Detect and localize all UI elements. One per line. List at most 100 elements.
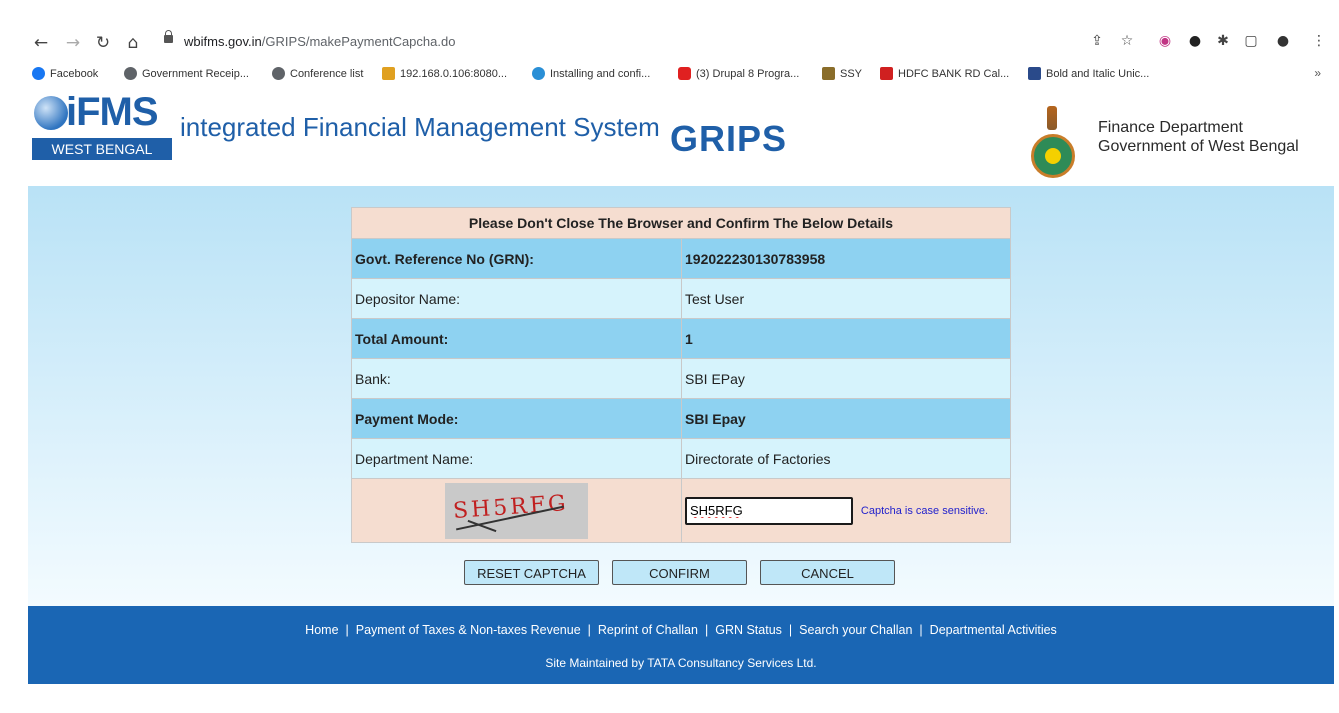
url-path: /GRIPS/makePaymentCapcha.do (261, 34, 456, 49)
bookmark-item[interactable]: Facebook (32, 67, 98, 80)
bank-label: Bank: (351, 358, 682, 399)
bookmark-label: (3) Drupal 8 Progra... (696, 67, 800, 80)
table-row: Bank: SBI EPay (351, 358, 1011, 399)
site-title: integrated Financial Management System (180, 112, 660, 142)
captcha-image: SH5RFG (445, 482, 588, 539)
youtube-icon (678, 67, 691, 80)
bookmark-item[interactable]: SSY (822, 67, 862, 80)
west-bengal-emblem-icon (1031, 134, 1075, 178)
browser-menu-icon[interactable]: ⋮ (1310, 32, 1328, 50)
bookmark-item[interactable]: (3) Drupal 8 Progra... (678, 67, 799, 80)
extension-dark-icon[interactable]: ● (1186, 32, 1204, 50)
bookmark-item[interactable]: Bold and Italic Unic... (1028, 67, 1149, 80)
payment-mode-value: SBI Epay (681, 398, 1011, 439)
bookmark-label: Facebook (50, 67, 99, 80)
table-heading: Please Don't Close The Browser and Confi… (351, 207, 1011, 239)
dept-line-1: Finance Department (1098, 119, 1243, 136)
url-text[interactable]: wbifms.gov.in/GRIPS/makePaymentCapcha.do (184, 34, 455, 49)
logo-band: WEST BENGAL (32, 138, 172, 160)
bookmark-label: 192.168.0.106:8080... (400, 67, 508, 80)
department-name-value: Directorate of Factories (681, 438, 1011, 479)
footer-link-home[interactable]: Home (305, 623, 338, 637)
footer-link-payment[interactable]: Payment of Taxes & Non-taxes Revenue (356, 623, 581, 637)
table-heading-row: Please Don't Close The Browser and Confi… (351, 207, 1011, 239)
extension-instagram-icon[interactable]: ◉ (1156, 32, 1174, 50)
confirm-button[interactable]: CONFIRM (612, 560, 747, 585)
footer-link-departmental[interactable]: Departmental Activities (930, 623, 1057, 637)
bookmark-label: SSY (840, 67, 863, 80)
footer-separator: | (788, 623, 793, 637)
site-header: iFMS WEST BENGAL integrated Financial Ma… (28, 90, 1334, 186)
bookmark-label: Government Receip... (142, 67, 249, 80)
captcha-input[interactable] (685, 496, 853, 525)
depositor-name-label: Depositor Name: (351, 278, 682, 319)
bookmark-item[interactable]: Government Receip... (124, 67, 249, 80)
home-icon[interactable]: ⌂ (122, 32, 144, 54)
total-amount-value: 1 (681, 318, 1011, 359)
drupal-drop-icon (532, 67, 545, 80)
cancel-button[interactable]: CANCEL (760, 560, 895, 585)
emblem-crest-icon (1047, 106, 1057, 130)
table-row: Total Amount: 1 (351, 318, 1011, 359)
bookmark-label: HDFC BANK RD Cal... (898, 67, 1010, 80)
footer-link-search-challan[interactable]: Search your Challan (799, 623, 912, 637)
profile-avatar-icon[interactable]: ● (1274, 32, 1292, 50)
globe-icon (34, 96, 68, 130)
bookmark-label: Bold and Italic Unic... (1046, 67, 1150, 80)
unicode-text-icon (1028, 67, 1041, 80)
grn-label: Govt. Reference No (GRN): (351, 238, 682, 279)
footer-separator: | (587, 623, 591, 637)
globe-icon (124, 67, 137, 80)
department-name-label: Department Name: (351, 438, 682, 479)
action-buttons: RESET CAPTCHA CONFIRM CANCEL (28, 560, 1334, 586)
grips-logo: GRIPS (670, 118, 788, 159)
captcha-image-cell: SH5RFG (351, 478, 682, 543)
address-bar[interactable]: wbifms.gov.in/GRIPS/makePaymentCapcha.do (150, 30, 1150, 56)
footer-link-reprint[interactable]: Reprint of Challan (598, 623, 698, 637)
bookmark-item[interactable]: 192.168.0.106:8080... (382, 67, 507, 80)
bookmarks-overflow-chevron-icon[interactable]: » (1314, 66, 1321, 80)
bookmark-item[interactable]: HDFC BANK RD Cal... (880, 67, 1009, 80)
dept-line-2: Government of West Bengal (1098, 138, 1299, 155)
browser-chrome: ← → ↻ ⌂ wbifms.gov.in/GRIPS/makePaymentC… (0, 0, 1339, 88)
lock-icon (164, 30, 173, 43)
captcha-input-cell: Captcha is case sensitive. (681, 478, 1011, 543)
extensions-puzzle-icon[interactable]: ✱ (1214, 32, 1232, 50)
ifms-logo[interactable]: iFMS WEST BENGAL (32, 90, 172, 160)
footer-links: Home | Payment of Taxes & Non-taxes Revenu… (28, 623, 1334, 637)
total-amount-label: Total Amount: (351, 318, 682, 359)
bookmark-label: Installing and confi... (550, 67, 651, 80)
bank-value: SBI EPay (681, 358, 1011, 399)
bookmark-item[interactable]: Installing and confi... (532, 67, 650, 80)
depositor-name-value: Test User (681, 278, 1011, 319)
footer-link-grn-status[interactable]: GRN Status (715, 623, 782, 637)
bookmark-item[interactable]: Conference list (272, 67, 363, 80)
emblem-icon (822, 67, 835, 80)
side-panel-icon[interactable]: ▢ (1242, 32, 1260, 50)
bookmark-label: Conference list (290, 67, 364, 80)
captcha-note: Captcha is case sensitive. (860, 504, 989, 517)
grn-value: 192022230130783958 (681, 238, 1011, 279)
globe-icon (272, 67, 285, 80)
forward-arrow-icon[interactable]: → (62, 32, 84, 54)
payment-mode-label: Payment Mode: (351, 398, 682, 439)
site-footer: Home | Payment of Taxes & Non-taxes Revenu… (28, 606, 1334, 684)
footer-separator: | (704, 623, 709, 637)
footer-separator: | (345, 623, 349, 637)
table-row: Depositor Name: Test User (351, 278, 1011, 319)
facebook-icon (32, 67, 45, 80)
table-row: Payment Mode: SBI Epay (351, 398, 1011, 439)
back-arrow-icon[interactable]: ← (30, 32, 52, 54)
share-icon[interactable]: ⇪ (1088, 32, 1106, 50)
bookmarks-bar: Facebook Government Receip... Conference… (0, 64, 1339, 86)
main-content: Please Don't Close The Browser and Confi… (28, 186, 1334, 606)
site-maintained-text: Site Maintained by TATA Consultancy Serv… (545, 656, 817, 670)
reset-captcha-button[interactable]: RESET CAPTCHA (464, 560, 599, 585)
bookmark-star-icon[interactable]: ☆ (1118, 32, 1136, 50)
table-row: Govt. Reference No (GRN): 19202223013078… (351, 238, 1011, 279)
pma-icon (382, 67, 395, 80)
et-icon (880, 67, 893, 80)
payment-details-table: Please Don't Close The Browser and Confi… (351, 207, 1011, 543)
reload-icon[interactable]: ↻ (92, 32, 114, 54)
table-row: Department Name: Directorate of Factorie… (351, 438, 1011, 479)
